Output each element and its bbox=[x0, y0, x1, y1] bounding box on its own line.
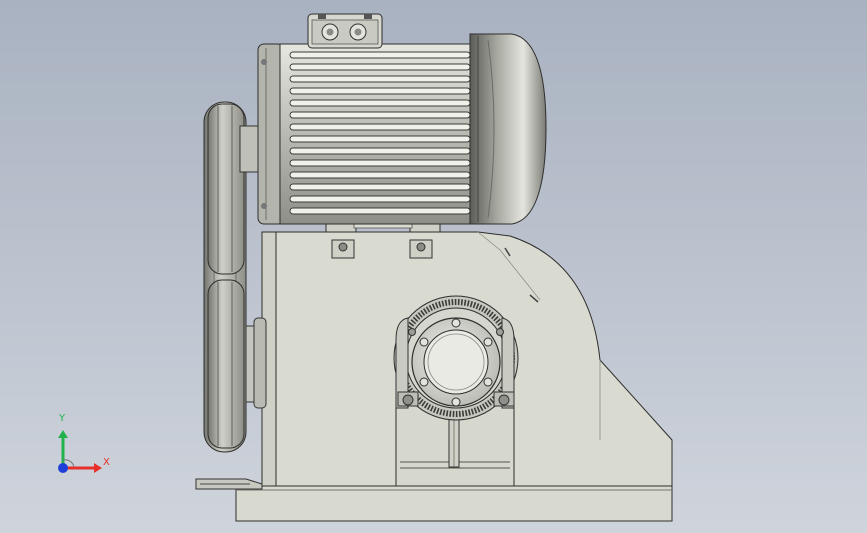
belt-drive-pulleys[interactable] bbox=[195, 101, 267, 490]
graphics-viewport[interactable]: X Y bbox=[0, 0, 867, 533]
electric-motor[interactable] bbox=[257, 13, 547, 233]
cad-model-view[interactable] bbox=[0, 0, 867, 533]
triad-x-label: X bbox=[103, 457, 110, 468]
worm-gear-reducer[interactable] bbox=[393, 295, 519, 487]
triad-y-label: Y bbox=[59, 413, 66, 424]
